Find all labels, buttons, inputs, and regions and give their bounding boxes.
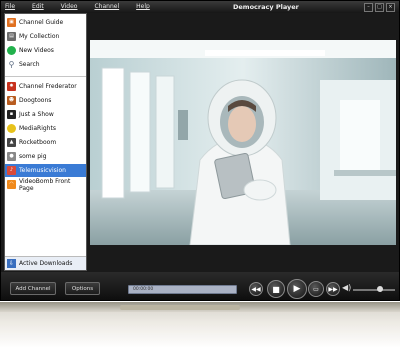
menu-bar: File Edit Video Channel Help	[5, 2, 167, 12]
app-window: File Edit Video Channel Help Democracy P…	[0, 0, 400, 301]
active-downloads[interactable]: ⇩ Active Downloads	[5, 256, 86, 270]
sidebar-item-label: Rocketboom	[19, 139, 57, 146]
sidebar-item-label: Channel Frederator	[19, 83, 77, 90]
stop-button[interactable]: ■	[267, 280, 285, 298]
sidebar-item-label: VideoBomb Front Page	[19, 177, 71, 192]
video-player[interactable]	[90, 40, 396, 245]
just-a-show-icon: ▪	[7, 110, 16, 119]
stop-icon: ■	[272, 284, 280, 294]
window-controls: – □ ×	[364, 3, 395, 12]
menu-video[interactable]: Video	[61, 2, 78, 12]
window-title: Democracy Player	[233, 3, 299, 11]
add-channel-button[interactable]: Add Channel	[10, 282, 56, 295]
some-pig-icon: ●	[7, 152, 16, 161]
channel-guide-icon: ▣	[7, 18, 16, 27]
new-videos-icon	[7, 46, 16, 55]
fast-forward-icon: ▶▶	[328, 285, 338, 293]
sidebar-item-label: New Videos	[19, 47, 54, 54]
sidebar-item-label: Just a Show	[19, 111, 54, 118]
sidebar: ▣ Channel Guide ▤ My Collection New Vide…	[4, 13, 87, 271]
rss-feed-icon: ◠	[7, 180, 16, 189]
collection-icon: ▤	[7, 32, 16, 41]
window-reflection	[0, 302, 400, 348]
fast-forward-button[interactable]: ▶▶	[326, 282, 340, 296]
reflection-progress	[120, 305, 240, 310]
rewind-button[interactable]: ◀◀	[249, 282, 263, 296]
doogtoons-icon: ☻	[7, 96, 16, 105]
video-frame	[90, 40, 396, 245]
volume-icon: ◀)	[342, 283, 352, 292]
sidebar-item-mediarights[interactable]: MediaRights	[5, 122, 86, 135]
fullscreen-button[interactable]: ▭	[308, 281, 324, 297]
sidebar-item-label: Search	[19, 61, 40, 68]
menu-channel[interactable]: Channel	[94, 2, 119, 12]
rocketboom-icon: ▲	[7, 138, 16, 147]
minimize-button[interactable]: –	[364, 3, 373, 12]
sidebar-item-my-collection[interactable]: ▤ My Collection	[5, 30, 86, 43]
sidebar-item-search[interactable]: ⚲ Search	[5, 58, 86, 71]
sidebar-item-new-videos[interactable]: New Videos	[5, 44, 86, 57]
control-bar: Add Channel Options 00:00:00 ◀◀ ■ ▶ ▭ ▶▶…	[1, 272, 399, 300]
active-downloads-label: Active Downloads	[19, 260, 73, 267]
sidebar-item-label: My Collection	[19, 33, 60, 40]
close-button[interactable]: ×	[386, 3, 395, 12]
channel-frederator-icon: ✸	[7, 82, 16, 91]
sidebar-item-rocketboom[interactable]: ▲ Rocketboom	[5, 136, 86, 149]
time-display: 00:00:00	[133, 287, 154, 292]
options-button[interactable]: Options	[65, 282, 100, 295]
sidebar-item-channel-frederator[interactable]: ✸ Channel Frederator	[5, 80, 86, 93]
title-bar: File Edit Video Channel Help Democracy P…	[1, 1, 399, 13]
menu-edit[interactable]: Edit	[32, 2, 44, 12]
sidebar-item-telemusicvision[interactable]: ♪ Telemusicvision	[5, 164, 86, 177]
sidebar-item-label: some pig	[19, 153, 47, 160]
search-icon: ⚲	[8, 60, 15, 69]
maximize-button[interactable]: □	[375, 3, 384, 12]
volume-slider[interactable]	[353, 289, 395, 291]
sidebar-item-label: MediaRights	[19, 125, 56, 132]
sidebar-item-label: Channel Guide	[19, 19, 64, 26]
play-button[interactable]: ▶	[287, 279, 307, 299]
sidebar-item-some-pig[interactable]: ● some pig	[5, 150, 86, 163]
menu-help[interactable]: Help	[136, 2, 150, 12]
menu-file[interactable]: File	[5, 2, 15, 12]
volume-slider-knob[interactable]	[377, 286, 383, 292]
sidebar-divider	[5, 76, 86, 77]
download-icon: ⇩	[7, 259, 16, 268]
sidebar-item-videobomb-front-page[interactable]: ◠ VideoBomb Front Page	[5, 177, 86, 192]
sidebar-item-label: Doogtoons	[19, 97, 52, 104]
fullscreen-icon: ▭	[313, 285, 319, 293]
mediarights-icon	[7, 124, 16, 133]
sidebar-item-just-a-show[interactable]: ▪ Just a Show	[5, 108, 86, 121]
telemusicvision-icon: ♪	[7, 166, 16, 175]
progress-bar[interactable]: 00:00:00	[128, 285, 237, 294]
play-icon: ▶	[293, 284, 301, 294]
sidebar-item-doogtoons[interactable]: ☻ Doogtoons	[5, 94, 86, 107]
sidebar-item-label: Telemusicvision	[19, 167, 66, 174]
rewind-icon: ◀◀	[251, 285, 261, 293]
sidebar-item-channel-guide[interactable]: ▣ Channel Guide	[5, 16, 86, 29]
